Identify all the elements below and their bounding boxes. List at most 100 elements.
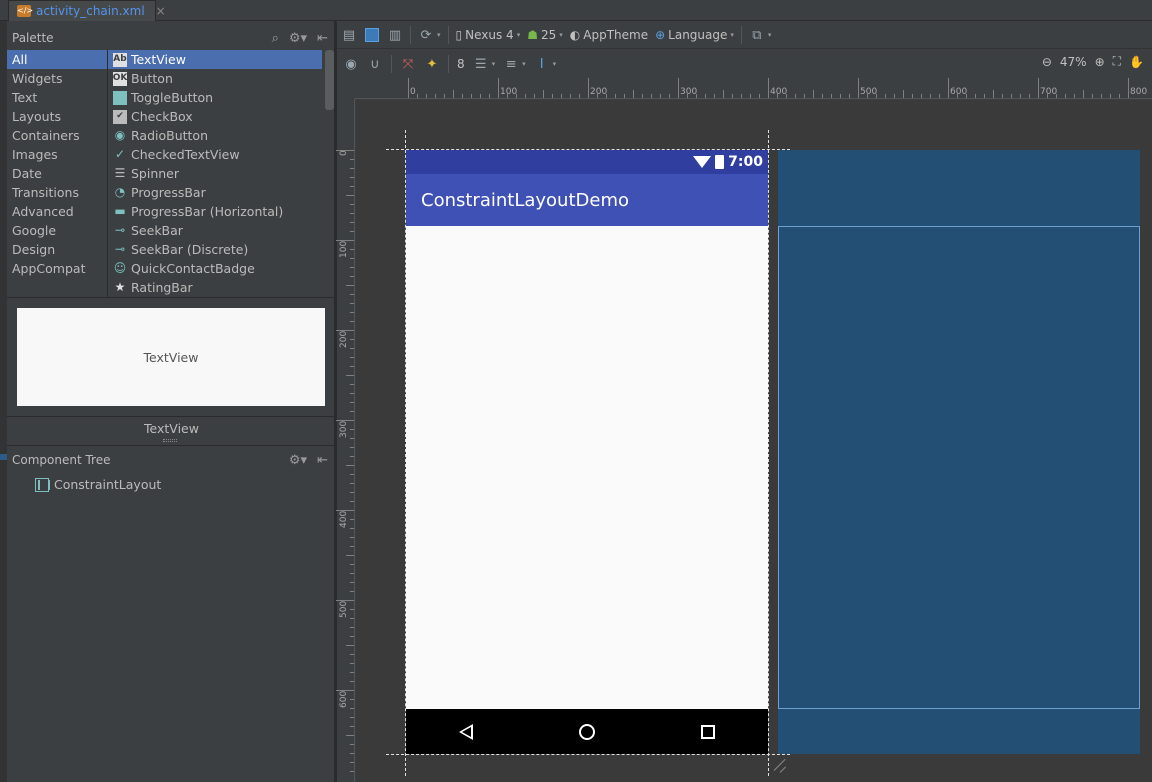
eye-icon[interactable]: ◉ bbox=[343, 56, 359, 72]
palette-scrollbar[interactable] bbox=[325, 50, 334, 110]
palette-category-transitions[interactable]: Transitions bbox=[7, 183, 107, 202]
palette-item-togglebutton[interactable]: ToggleButton bbox=[108, 88, 322, 107]
widget-preview: TextView bbox=[17, 308, 325, 406]
guidelines-button[interactable]: Ι ▾ bbox=[534, 56, 556, 72]
blueprint-preview[interactable] bbox=[778, 150, 1140, 754]
clear-constraints-icon[interactable]: ⤧ bbox=[400, 56, 416, 72]
ruler-tick bbox=[1002, 94, 1003, 98]
split-view-icon[interactable]: ▥ bbox=[387, 27, 403, 43]
android-icon: ☗ bbox=[527, 28, 538, 42]
palette-category-images[interactable]: Images bbox=[7, 145, 107, 164]
blueprint-view-icon[interactable] bbox=[364, 27, 380, 43]
palette-category-layouts[interactable]: Layouts bbox=[7, 107, 107, 126]
palette-category-containers[interactable]: Containers bbox=[7, 126, 107, 145]
ruler-tick bbox=[813, 90, 814, 98]
ruler-tick bbox=[350, 321, 354, 322]
toolbar-separator bbox=[391, 55, 392, 73]
zoom-in-icon[interactable]: ⊕ bbox=[1095, 55, 1105, 69]
align-button[interactable]: ≡ ▾ bbox=[503, 56, 526, 72]
ruler-tick bbox=[534, 94, 535, 98]
design-view-icon[interactable]: ▤ bbox=[341, 27, 357, 43]
ruler-tick bbox=[795, 94, 796, 98]
palette-category-text[interactable]: Text bbox=[7, 88, 107, 107]
palette-category-design[interactable]: Design bbox=[7, 240, 107, 259]
ruler-tick bbox=[435, 94, 436, 98]
palette-item-progressbar[interactable]: ◔ ProgressBar bbox=[108, 183, 322, 202]
ruler-tick bbox=[480, 94, 481, 98]
splitter-handle[interactable] bbox=[163, 439, 177, 442]
ruler-tick bbox=[350, 636, 354, 637]
ruler-tick bbox=[346, 285, 354, 286]
ruler-tick bbox=[759, 94, 760, 98]
pan-icon[interactable]: ✋ bbox=[1129, 55, 1144, 69]
tree-item-constraintlayout[interactable]: ConstraintLayout bbox=[35, 477, 161, 492]
layout-variants-button[interactable]: ⧉ ▾ bbox=[749, 27, 771, 43]
ruler-tick bbox=[1119, 94, 1120, 98]
gear-icon[interactable]: ⚙▾ bbox=[289, 453, 307, 468]
ruler-tick bbox=[350, 708, 354, 709]
magnet-icon[interactable]: ∪ bbox=[367, 56, 383, 72]
palette-category-date[interactable]: Date bbox=[7, 164, 107, 183]
ruler-tick bbox=[930, 94, 931, 98]
palette-item-seekbar[interactable]: ⊸ SeekBar bbox=[108, 221, 322, 240]
palette-item-seekbar-discrete[interactable]: ⊸ SeekBar (Discrete) bbox=[108, 240, 322, 259]
checkbox-icon: ✔ bbox=[113, 109, 127, 124]
default-margin[interactable]: 8 bbox=[457, 57, 465, 71]
radiobutton-icon: ◉ bbox=[114, 128, 126, 142]
zoom-controls: ⊖ 47% ⊕ ⛶ ✋ bbox=[1042, 54, 1144, 69]
ruler-tick bbox=[350, 672, 354, 673]
ruler-tick bbox=[1038, 78, 1039, 98]
toolbar-separator bbox=[410, 26, 411, 44]
palette-category-widgets[interactable]: Widgets bbox=[7, 69, 107, 88]
hide-panel-icon[interactable]: ⇤ bbox=[317, 453, 328, 468]
api-selector[interactable]: ☗ 25 ▾ bbox=[527, 28, 563, 42]
hide-panel-icon[interactable]: ⇤ bbox=[317, 31, 328, 46]
close-tab-icon[interactable]: × bbox=[156, 4, 166, 18]
palette-item-label: SeekBar bbox=[131, 223, 183, 238]
gear-icon[interactable]: ⚙▾ bbox=[289, 31, 307, 46]
palette-item-checkbox[interactable]: ✔ CheckBox bbox=[108, 107, 322, 126]
palette-item-ratingbar[interactable]: ★ RatingBar bbox=[108, 278, 322, 297]
button-icon: OK bbox=[113, 71, 127, 86]
tree-header-icons: ⚙▾ ⇤ bbox=[289, 453, 328, 468]
device-selector[interactable]: ▯ Nexus 4 ▾ bbox=[456, 28, 521, 42]
ruler-tick bbox=[350, 303, 354, 304]
status-bar: 7:00 bbox=[406, 150, 768, 174]
ruler-tick bbox=[350, 312, 354, 313]
editor-tab-activity-chain[interactable]: </> activity_chain.xml × bbox=[8, 0, 166, 21]
home-icon bbox=[579, 723, 595, 740]
palette-category-google[interactable]: Google bbox=[7, 221, 107, 240]
language-selector[interactable]: ⊕ Language ▾ bbox=[655, 28, 734, 42]
zoom-fit-icon[interactable]: ⛶ bbox=[1113, 54, 1121, 69]
palette-item-progressbar-horizontal[interactable]: ▬ ProgressBar (Horizontal) bbox=[108, 202, 322, 221]
pack-button[interactable]: ☰ ▾ bbox=[473, 56, 495, 72]
phone-icon: ▯ bbox=[455, 28, 463, 42]
palette-category-all[interactable]: All bbox=[7, 50, 107, 69]
preview-label: TextView bbox=[144, 421, 199, 436]
ruler-tick bbox=[350, 348, 354, 349]
palette-item-spinner[interactable]: ☰ Spinner bbox=[108, 164, 322, 183]
resize-handle[interactable] bbox=[772, 758, 788, 774]
device-preview[interactable]: 7:00 ConstraintLayoutDemo bbox=[406, 150, 768, 754]
palette-item-checkedtextview[interactable]: ✓ CheckedTextView bbox=[108, 145, 322, 164]
bounds-guide bbox=[386, 754, 790, 755]
component-tree-title: Component Tree bbox=[12, 453, 111, 467]
ruler-tick bbox=[350, 267, 354, 268]
palette-category-appcompat[interactable]: AppCompat bbox=[7, 259, 107, 278]
ruler-top: 0 100 200 300 400 500 600 700 800 bbox=[355, 78, 1152, 99]
ruler-label: 800 bbox=[1130, 87, 1148, 97]
palette-item-radiobutton[interactable]: ◉ RadioButton bbox=[108, 126, 322, 145]
palette-item-quickcontactbadge[interactable]: ☺ QuickContactBadge bbox=[108, 259, 322, 278]
theme-selector[interactable]: ◐ AppTheme bbox=[570, 28, 648, 42]
tree-item-label: ConstraintLayout bbox=[54, 477, 162, 492]
palette-category-advanced[interactable]: Advanced bbox=[7, 202, 107, 221]
palette-item-label: TextView bbox=[131, 52, 186, 67]
palette-item-textview[interactable]: Ab TextView bbox=[108, 50, 322, 69]
ruler-tick bbox=[1029, 94, 1030, 98]
orientation-button[interactable]: ⟳ ▾ bbox=[418, 27, 441, 43]
zoom-out-icon[interactable]: ⊖ bbox=[1042, 55, 1052, 69]
ruler-tick bbox=[350, 564, 354, 565]
search-icon[interactable]: ⌕ bbox=[272, 31, 279, 46]
palette-item-button[interactable]: OK Button bbox=[108, 69, 322, 88]
infer-constraints-icon[interactable]: ✦ bbox=[424, 56, 440, 72]
